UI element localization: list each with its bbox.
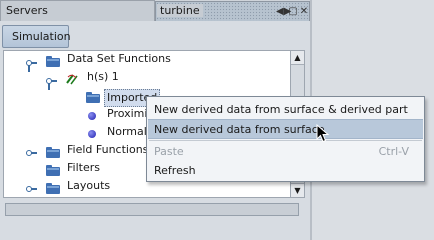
menu-item-new-derived-data-surface[interactable]: New derived data from surface	[148, 119, 423, 139]
menu-item-paste[interactable]: Paste Ctrl-V	[148, 142, 423, 162]
context-menu: New derived data from surface & derived …	[146, 96, 425, 182]
tab-servers[interactable]: Servers	[0, 0, 155, 21]
folder-icon	[46, 165, 60, 176]
horizontal-scrollbar[interactable]	[5, 203, 299, 216]
menu-item-refresh[interactable]: Refresh	[148, 161, 423, 181]
tab-turbine[interactable]: turbine ◀▶ ▢ ✕	[155, 1, 310, 21]
mouse-pointer-icon	[316, 124, 330, 143]
tree-expand-handle-icon[interactable]	[26, 183, 37, 193]
tree-item-layouts[interactable]: Layouts	[67, 179, 110, 192]
menu-item-label: New derived data from surface	[154, 123, 325, 136]
scroll-down-icon[interactable]: ▼	[291, 183, 304, 197]
tree-expand-handle-icon[interactable]	[26, 57, 37, 72]
menu-separator	[149, 140, 422, 141]
tree-expand-handle-icon[interactable]	[46, 75, 57, 90]
folder-icon	[46, 56, 60, 67]
tree-item-field-functions[interactable]: Field Functions	[67, 143, 148, 156]
tab-servers-label: Servers	[6, 4, 48, 17]
function-icon	[66, 74, 78, 85]
simulation-button[interactable]: Simulation	[2, 25, 71, 48]
folder-icon	[86, 92, 100, 103]
menu-item-label: Refresh	[154, 164, 196, 177]
tree-item-hs1[interactable]: h(s) 1	[87, 70, 119, 83]
menu-item-label: Paste	[154, 145, 184, 158]
tree-item-filters[interactable]: Filters	[67, 161, 100, 174]
folder-icon	[46, 147, 60, 158]
menu-item-label: New derived data from surface & derived …	[154, 103, 408, 116]
tab-turbine-label: turbine	[157, 4, 203, 17]
scroll-up-icon[interactable]: ▲	[291, 51, 304, 65]
tree-expand-handle-icon[interactable]	[26, 147, 37, 157]
close-icon[interactable]: ✕	[298, 5, 310, 18]
bullet-icon	[88, 130, 96, 138]
tree-item-data-set-functions[interactable]: Data Set Functions	[67, 52, 171, 65]
simulation-button-label: Simulation	[12, 30, 71, 43]
menu-item-new-derived-data-surface-part[interactable]: New derived data from surface & derived …	[148, 100, 423, 120]
menu-shortcut: Ctrl-V	[378, 145, 409, 158]
folder-icon	[46, 183, 60, 194]
bullet-icon	[88, 112, 96, 120]
